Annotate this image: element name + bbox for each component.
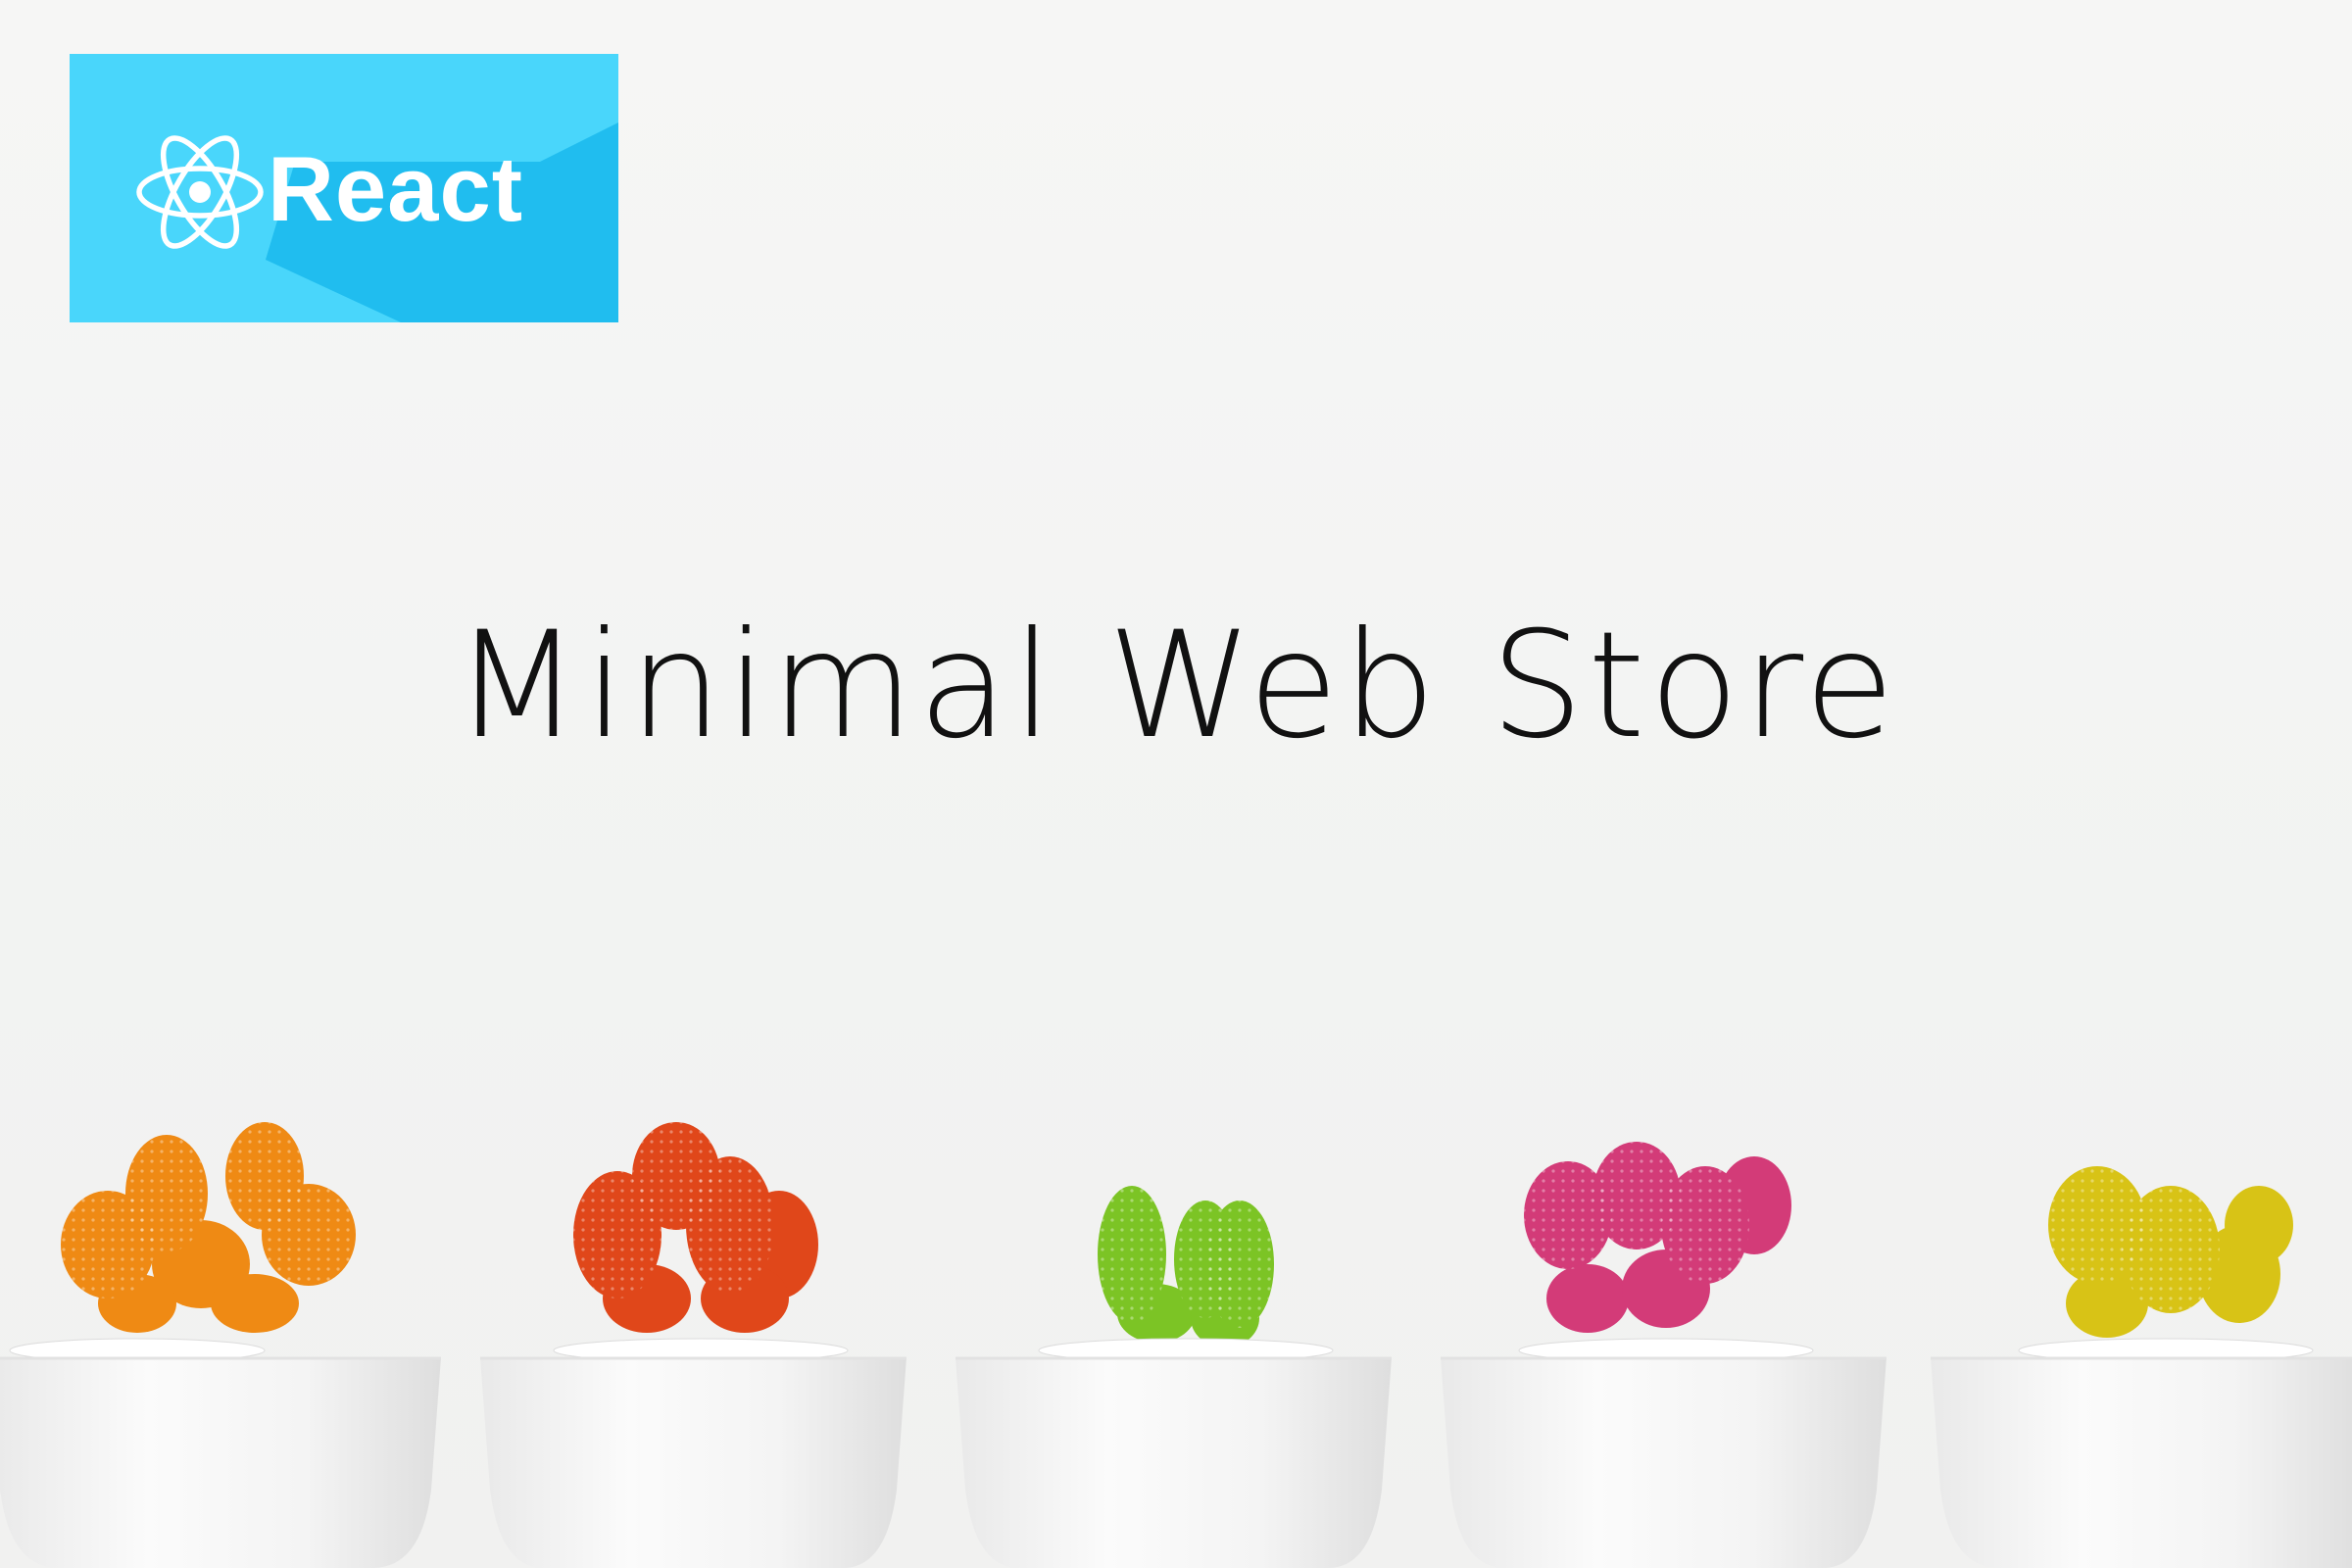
react-atom-icon <box>136 135 264 249</box>
cactus-red <box>573 1122 818 1333</box>
logo-wordmark: React <box>268 137 524 240</box>
cactus-magenta <box>1524 1142 1791 1333</box>
page-title: Minimal Web Store <box>453 601 1899 771</box>
cactus-green <box>1098 1186 1274 1348</box>
potted-cacti-row <box>0 1122 2352 1568</box>
white-pots <box>0 1356 2352 1568</box>
cactus-orange <box>61 1122 356 1333</box>
react-logo-badge: React <box>70 54 618 322</box>
hero-banner: React Minimal Web Store <box>0 0 2352 1568</box>
cactus-yellow <box>2048 1166 2293 1338</box>
